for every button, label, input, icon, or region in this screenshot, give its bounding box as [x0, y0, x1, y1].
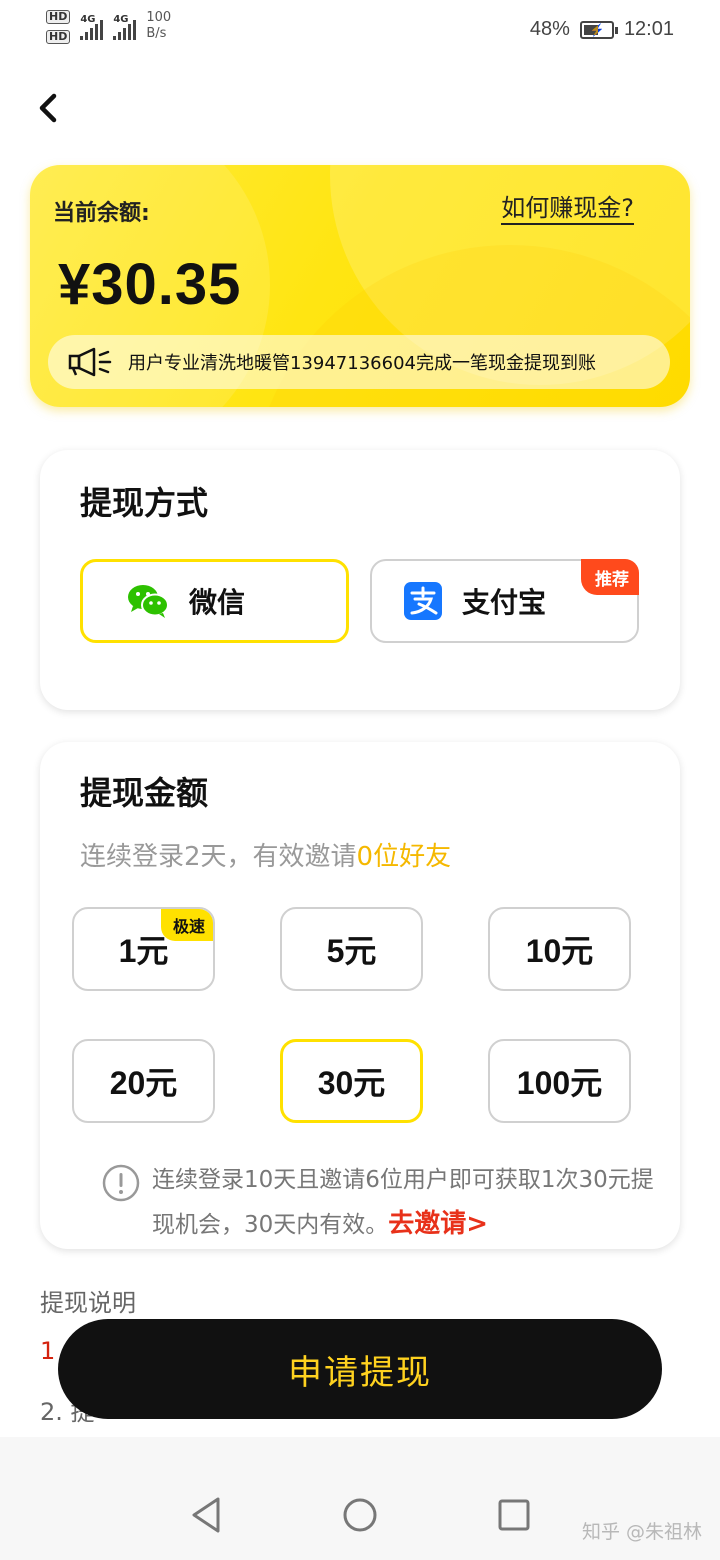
withdraw-amount-panel: 提现金额 连续登录2天，有效邀请0位好友 1元 极速 5元 10元 20元 30…: [40, 742, 680, 1249]
network-speed-value: 100: [146, 10, 172, 25]
nav-back-icon[interactable]: [188, 1495, 224, 1535]
battery-icon: ⚡: [579, 20, 618, 39]
fast-badge: 极速: [160, 909, 213, 941]
network-type-2: 4G: [113, 14, 129, 25]
condition-highlight: 0位好友: [356, 842, 452, 872]
balance-amount: ¥30.35: [58, 252, 242, 317]
amount-option-30[interactable]: 30元: [280, 1039, 423, 1123]
amount-option-100[interactable]: 100元: [488, 1039, 631, 1123]
invite-link[interactable]: 去邀请>: [388, 1209, 488, 1239]
amount-option-5[interactable]: 5元: [280, 907, 423, 991]
signal-icon-2: 4G: [113, 10, 137, 40]
amount-option-label: 5元: [326, 933, 377, 969]
tip-text: 连续登录10天且邀请6位用户即可获取1次30元提现机会，30天内有效。去邀请>: [152, 1158, 662, 1247]
network-type-1: 4G: [80, 14, 96, 25]
clock: 12:01: [623, 18, 674, 40]
watermark: 知乎 @朱祖林: [581, 1521, 702, 1543]
status-left: HD HD 4G 4G 100 B/s: [46, 10, 171, 44]
info-icon: [102, 1164, 140, 1202]
nav-home-icon[interactable]: [342, 1495, 378, 1535]
withdraw-notice-bar: 用户专业清洗地暖管13947136604完成一笔现金提现到账: [48, 335, 670, 389]
amount-option-label: 10元: [525, 933, 594, 969]
method-alipay-label: 支付宝: [462, 586, 547, 619]
withdraw-tip: 连续登录10天且邀请6位用户即可获取1次30元提现机会，30天内有效。去邀请>: [102, 1162, 662, 1247]
amount-option-label: 30元: [317, 1065, 386, 1101]
amount-option-label: 20元: [109, 1065, 178, 1101]
chevron-left-icon: [39, 93, 57, 123]
megaphone-icon: [68, 347, 112, 377]
amount-option-label: 1元: [118, 933, 169, 969]
amount-option-10[interactable]: 10元: [488, 907, 631, 991]
apply-withdraw-button[interactable]: 申请提现: [58, 1319, 662, 1419]
condition-prefix: 连续登录2天，有效邀请: [80, 842, 357, 872]
hd-indicators: HD HD: [46, 10, 71, 44]
system-nav-bar: 知乎 @朱祖林: [0, 1437, 720, 1560]
status-bar: HD HD 4G 4G 100 B/s 48% ⚡ 12:01: [0, 0, 720, 60]
back-button[interactable]: [30, 88, 70, 128]
amount-option-label: 100元: [516, 1065, 603, 1101]
recommend-badge: 推荐: [581, 559, 639, 595]
status-right: 48% ⚡ 12:01: [530, 18, 674, 41]
withdraw-amount-title: 提现金额: [80, 774, 209, 812]
amount-option-20[interactable]: 20元: [72, 1039, 215, 1123]
method-wechat-button[interactable]: 微信: [80, 559, 349, 643]
description-item-1: 1: [40, 1337, 56, 1365]
hd-indicator-2: HD: [46, 30, 71, 44]
network-speed: 100 B/s: [146, 10, 171, 42]
notice-text: 用户专业清洗地暖管13947136604完成一笔现金提现到账: [128, 353, 596, 374]
signal-icon-1: 4G: [80, 10, 104, 40]
withdraw-description-title: 提现说明: [40, 1289, 136, 1317]
battery-percent: 48%: [529, 18, 570, 40]
hd-indicator-1: HD: [46, 10, 71, 24]
nav-recents-icon[interactable]: [496, 1495, 532, 1535]
withdraw-method-title: 提现方式: [80, 484, 209, 522]
withdraw-method-panel: 提现方式 微信 支付宝 推荐: [40, 450, 680, 710]
method-wechat-label: 微信: [189, 586, 246, 619]
how-to-earn-link[interactable]: 如何赚现金?: [501, 193, 634, 225]
amount-option-1[interactable]: 1元 极速: [72, 907, 215, 991]
wechat-icon: [128, 585, 169, 618]
method-alipay-button[interactable]: 支付宝 推荐: [370, 559, 639, 643]
balance-label: 当前余额:: [53, 201, 150, 226]
network-speed-unit: B/s: [146, 26, 167, 41]
withdraw-condition-text: 连续登录2天，有效邀请0位好友: [80, 836, 451, 873]
balance-card: 当前余额: 如何赚现金? ¥30.35 用户专业清洗地暖管13947136604…: [30, 165, 690, 407]
alipay-icon: [404, 582, 442, 620]
